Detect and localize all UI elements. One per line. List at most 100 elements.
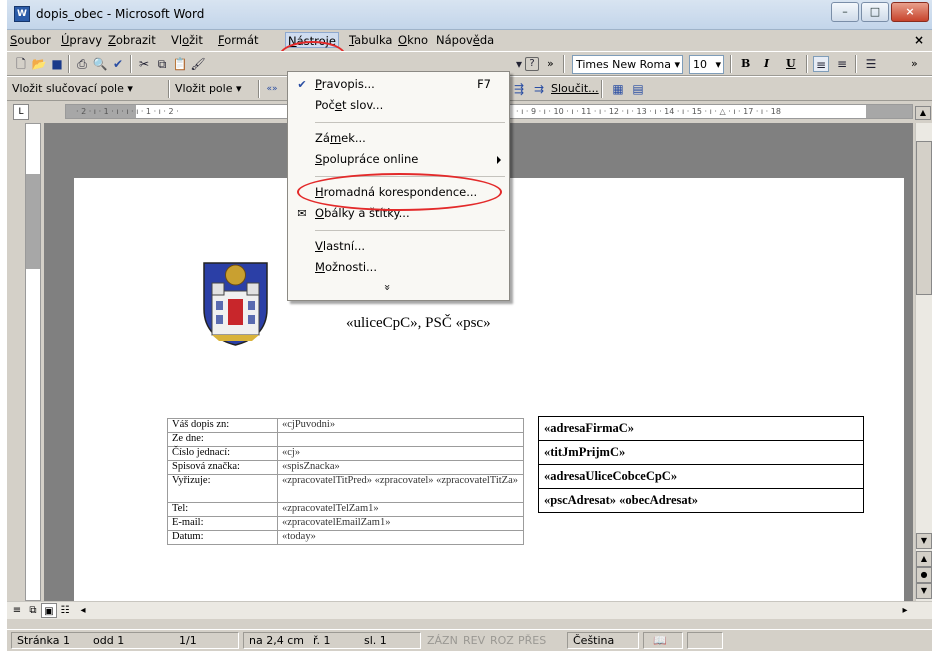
status-extend[interactable]: ROZ — [490, 633, 514, 649]
toolbar-separator — [563, 55, 565, 73]
status-language[interactable]: Čeština — [573, 633, 614, 649]
scroll-down-icon[interactable]: ▼ — [916, 533, 932, 549]
status-overtype[interactable]: PŘES — [518, 633, 546, 649]
info-value: «spisZnacka» — [277, 460, 524, 475]
menu-help[interactable]: Nápověda — [436, 32, 494, 48]
font-name-combo[interactable]: Times New Roma ▾ — [572, 55, 683, 74]
scroll-left-icon[interactable]: ◂ — [75, 603, 91, 618]
recipient-address-box: «adresaFirmaC» «titJmPrijmC» «adresaUlic… — [538, 416, 864, 513]
spelling-status-icon[interactable]: 📖 — [653, 633, 667, 649]
outline-view-icon[interactable]: ☷ — [57, 603, 73, 618]
close-button[interactable]: × — [891, 2, 929, 22]
expand-menu-chevron-icon[interactable]: » — [381, 284, 394, 291]
vertical-scrollbar[interactable]: ▼ ▲ ● ▼ — [915, 123, 932, 601]
horizontal-scrollbar[interactable]: ≡ ⧉ ▣ ☷ ◂ ▸ — [7, 601, 932, 619]
info-value: «zpracovatelEmailZam1» — [277, 516, 524, 531]
toolbar-overflow-icon[interactable]: » — [911, 56, 918, 72]
info-value — [277, 432, 524, 447]
menu-edit[interactable]: Úpravy — [61, 32, 102, 48]
query-options-icon[interactable]: ▦ — [610, 81, 626, 97]
menu-item-word-count[interactable]: Počet slov... — [288, 95, 509, 116]
paste-icon[interactable]: 📋 — [172, 56, 188, 72]
menu-insert[interactable]: Vložit — [171, 32, 203, 48]
center-icon[interactable]: ≡ — [834, 56, 850, 72]
menu-item-options[interactable]: Možnosti... — [288, 257, 509, 278]
menu-item-online-collaboration[interactable]: Spolupráce online — [288, 149, 509, 170]
open-folder-icon[interactable]: 📂 — [31, 56, 47, 72]
menu-item-protect[interactable]: Zámek... — [288, 128, 509, 149]
ruler-ticks: · 2 · ı · 1 · ı · ı · ı · 1 · ı · 2 · — [76, 107, 179, 116]
menu-file[interactable]: Soubor — [10, 32, 51, 48]
menu-view[interactable]: Zobrazit — [108, 32, 156, 48]
spellcheck-icon: ✔ — [297, 78, 307, 91]
menu-item-spelling[interactable]: ✔ Pravopis... F7 — [288, 74, 509, 95]
cut-icon[interactable]: ✂ — [136, 56, 152, 72]
insert-field-button[interactable]: Vložit pole ▾ — [175, 81, 242, 97]
chevron-down-icon[interactable]: ▾ — [715, 56, 721, 73]
align-left-icon[interactable]: ≡ — [813, 56, 829, 72]
print-preview-icon[interactable]: 🔍 — [92, 56, 108, 72]
tab-selector[interactable]: L — [13, 104, 29, 120]
toolbar-separator — [68, 55, 70, 73]
bold-button[interactable]: B — [741, 56, 750, 72]
word-window: W dopis_obec - Microsoft Word – □ × Soub… — [7, 0, 932, 651]
merge-field-icon[interactable]: «» — [264, 81, 280, 97]
edit-data-source-icon[interactable]: ▤ — [630, 81, 646, 97]
table-row: Číslo jednací: «cj» — [167, 446, 524, 461]
title-bar: W dopis_obec - Microsoft Word – □ × — [7, 0, 932, 30]
menu-format[interactable]: Formát — [218, 32, 259, 48]
status-line: ř. 1 — [313, 634, 331, 647]
toolbar-separator — [601, 80, 603, 98]
info-label: Tel: — [167, 502, 278, 517]
copy-icon[interactable]: ⧉ — [154, 56, 170, 72]
merge-to-printer-icon[interactable]: ⇉ — [531, 81, 547, 97]
info-value: «cj» — [277, 446, 524, 461]
scroll-up-icon[interactable]: ▲ — [915, 106, 931, 120]
chevron-down-icon[interactable]: ▾ — [674, 56, 680, 73]
underline-button[interactable]: U — [786, 56, 796, 72]
close-document-icon[interactable]: × — [914, 33, 924, 47]
minimize-button[interactable]: – — [831, 2, 859, 22]
table-row: «titJmPrijmC» — [538, 440, 864, 465]
menu-window[interactable]: Okno — [398, 32, 428, 48]
save-icon[interactable]: ■ — [49, 56, 65, 72]
numbering-icon[interactable]: ☰ — [863, 56, 879, 72]
browse-object-icon[interactable]: ● — [916, 567, 932, 583]
format-painter-icon[interactable]: 🖌 — [190, 56, 206, 72]
help-icon[interactable]: ? — [525, 57, 539, 71]
menu-separator — [315, 122, 505, 123]
next-page-icon[interactable]: ▼ — [916, 583, 932, 599]
spelling-icon[interactable]: ✔ — [110, 56, 126, 72]
font-size-combo[interactable]: 10 ▾ — [689, 55, 724, 74]
print-icon[interactable]: ⎙ — [74, 56, 90, 72]
toolbar-separator — [258, 80, 260, 98]
word-app-icon[interactable]: W — [14, 6, 30, 22]
menu-item-customize[interactable]: Vlastní... — [288, 236, 509, 257]
merge-button[interactable]: Sloučit... — [551, 81, 599, 97]
table-row: Ze dne: — [167, 432, 524, 447]
merge-to-document-icon[interactable]: ⇶ — [511, 81, 527, 97]
toolbar-overflow-icon[interactable]: » — [547, 56, 554, 72]
info-label: Ze dne: — [167, 432, 278, 447]
menu-table[interactable]: Tabulka — [349, 32, 392, 48]
vertical-ruler[interactable] — [25, 123, 41, 601]
web-layout-icon[interactable]: ⧉ — [25, 603, 41, 618]
italic-button[interactable]: I — [764, 56, 769, 72]
maximize-button[interactable]: □ — [861, 2, 889, 22]
status-track-changes[interactable]: REV — [463, 633, 485, 649]
print-layout-icon[interactable]: ▣ — [41, 603, 57, 618]
scroll-right-icon[interactable]: ▸ — [897, 603, 913, 618]
status-record-macro[interactable]: ZÁZN — [427, 633, 458, 649]
status-position: na 2,4 cm — [249, 634, 304, 647]
status-bar: Stránka 1 odd 1 1/1 na 2,4 cm ř. 1 sl. 1… — [7, 629, 932, 651]
scroll-thumb[interactable] — [916, 141, 932, 295]
new-document-icon[interactable]: 🗋 — [13, 56, 29, 72]
info-value: «zpracovatelTelZam1» — [277, 502, 524, 517]
window-title: dopis_obec - Microsoft Word — [36, 7, 205, 21]
insert-merge-field-button[interactable]: Vložit slučovací pole ▾ — [12, 81, 133, 97]
previous-page-icon[interactable]: ▲ — [916, 551, 932, 567]
info-label: E-mail: — [167, 516, 278, 531]
ruler-ticks-right: · ı · 9 · ı · 10 · ı · 11 · ı · 12 · ı ·… — [516, 107, 781, 116]
normal-view-icon[interactable]: ≡ — [9, 603, 25, 618]
table-row: «pscAdresat» «obecAdresat» — [538, 488, 864, 513]
